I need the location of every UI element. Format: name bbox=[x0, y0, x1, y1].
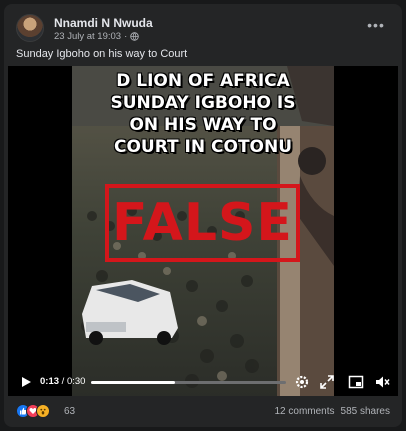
author-name[interactable]: Nnamdi N Nwuda bbox=[54, 16, 153, 30]
progress-fill bbox=[91, 381, 176, 384]
video-frame[interactable]: D LION OF AFRICA SUNDAY IGBOHO IS ON HIS… bbox=[72, 66, 334, 396]
miniplayer-icon[interactable] bbox=[348, 374, 364, 390]
play-icon[interactable] bbox=[20, 376, 32, 388]
video-caption: D LION OF AFRICA SUNDAY IGBOHO IS ON HIS… bbox=[72, 70, 334, 158]
engagement-counts: 12 comments 585 shares bbox=[274, 406, 390, 417]
post-meta: 23 July at 19:03 · bbox=[54, 31, 139, 42]
duration: 0:30 bbox=[66, 376, 86, 387]
comments-count[interactable]: 12 comments bbox=[274, 406, 334, 417]
post-header: Nnamdi N Nwuda 23 July at 19:03 · ••• bbox=[16, 14, 392, 46]
wow-icon bbox=[36, 404, 50, 418]
progress-bar[interactable] bbox=[91, 381, 286, 384]
post-footer: 63 12 comments 585 shares bbox=[16, 402, 392, 422]
mute-icon[interactable] bbox=[374, 374, 390, 390]
reaction-icons[interactable] bbox=[16, 404, 50, 418]
caption-line: SUNDAY IGBOHO IS bbox=[110, 93, 296, 113]
more-options-button[interactable]: ••• bbox=[364, 18, 388, 38]
false-stamp: FALSE bbox=[105, 184, 300, 262]
reaction-count[interactable]: 63 bbox=[64, 406, 75, 417]
meta-separator: · bbox=[124, 31, 128, 42]
caption-line: D LION OF AFRICA bbox=[116, 71, 290, 91]
current-time: 0:13 bbox=[40, 376, 60, 387]
video-controls: 0:13 / 0:30 bbox=[8, 368, 398, 396]
fullscreen-icon[interactable] bbox=[319, 374, 335, 390]
globe-icon bbox=[130, 32, 139, 41]
post-date[interactable]: 23 July at 19:03 bbox=[54, 31, 121, 42]
caption-line: ON HIS WAY TO bbox=[129, 115, 277, 135]
post-card: Nnamdi N Nwuda 23 July at 19:03 · ••• Su… bbox=[4, 4, 402, 427]
more-icon: ••• bbox=[367, 17, 385, 33]
post-text: Sunday Igboho on his way to Court bbox=[16, 48, 188, 60]
false-stamp-text: FALSE bbox=[112, 193, 293, 253]
time-display: 0:13 / 0:30 bbox=[40, 376, 85, 387]
shares-count[interactable]: 585 shares bbox=[341, 406, 390, 417]
caption-line: COURT IN COTONU bbox=[113, 137, 293, 157]
time-separator: / bbox=[61, 376, 65, 387]
avatar[interactable] bbox=[16, 14, 44, 42]
settings-icon[interactable] bbox=[294, 374, 310, 390]
video-player[interactable]: D LION OF AFRICA SUNDAY IGBOHO IS ON HIS… bbox=[8, 66, 398, 396]
